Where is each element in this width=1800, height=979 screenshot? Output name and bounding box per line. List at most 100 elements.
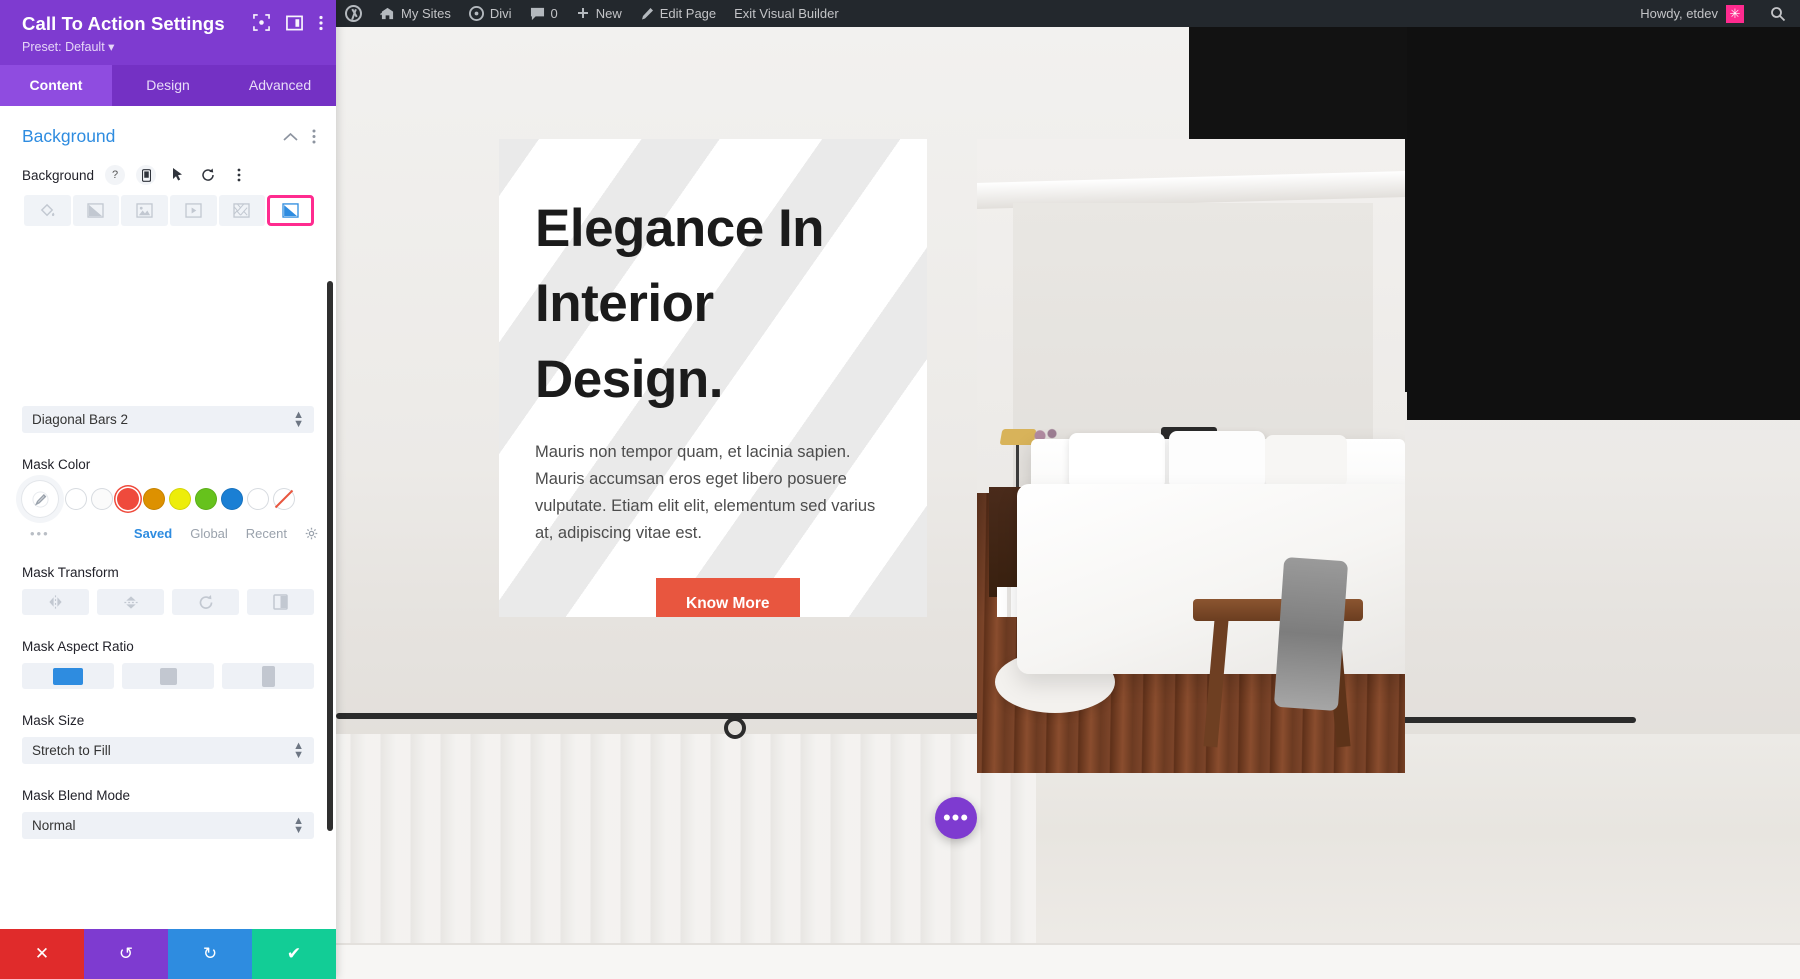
module-settings-panel[interactable]: Call To Action Settings Preset: Default …: [0, 0, 336, 979]
panel-scroll-area[interactable]: Background Background ? Diagonal Bars 2 …: [0, 106, 336, 929]
landscape-chip-icon: [53, 667, 83, 685]
swatch-yellow[interactable]: [169, 488, 191, 510]
background-gradient-tab[interactable]: [72, 195, 120, 226]
swatch-orange[interactable]: [143, 488, 165, 510]
admin-bar-exit-visual-builder[interactable]: Exit Visual Builder: [725, 0, 848, 27]
pillow-right: [1265, 435, 1347, 487]
table-lamp: [999, 429, 1037, 489]
admin-bar-my-sites[interactable]: My Sites: [371, 0, 460, 27]
background-video-tab[interactable]: [169, 195, 217, 226]
admin-bar-comments[interactable]: 0: [521, 0, 567, 27]
chevron-updown-icon: ▲ ▼: [293, 739, 304, 761]
aspect-square[interactable]: [122, 663, 214, 689]
chevron-up-icon[interactable]: [283, 132, 298, 142]
flip-vertical-icon: [123, 594, 138, 611]
aspect-portrait[interactable]: [222, 663, 314, 689]
pillow-left: [1069, 433, 1165, 489]
kebab-menu-icon[interactable]: [229, 165, 249, 185]
tab-advanced[interactable]: Advanced: [224, 65, 336, 106]
mask-style-select[interactable]: Diagonal Bars 2 ▲ ▼: [22, 406, 314, 433]
wordpress-logo-icon: [345, 5, 362, 22]
undo-button[interactable]: ↺: [84, 929, 168, 979]
kebab-menu-icon[interactable]: [312, 129, 316, 144]
focus-target-icon[interactable]: [253, 14, 270, 31]
wordpress-admin-bar[interactable]: My Sites Divi 0 New Edit Page Exit Visua…: [336, 0, 1800, 27]
chevron-updown-icon: ▲ ▼: [293, 408, 304, 430]
chevron-down-icon: ▾: [108, 40, 115, 54]
tab-design[interactable]: Design: [112, 65, 224, 106]
redo-button[interactable]: ↻: [168, 929, 252, 979]
responsive-mobile-icon[interactable]: [136, 165, 157, 185]
help-icon[interactable]: ?: [105, 165, 126, 185]
panel-preset[interactable]: Preset: Default ▾: [22, 39, 322, 54]
swatch-green[interactable]: [195, 488, 217, 510]
admin-bar-divi-label: Divi: [489, 6, 512, 21]
howdy-label: Howdy, etdev: [1640, 6, 1718, 21]
invert-button[interactable]: [247, 589, 314, 615]
mask-size-select[interactable]: Stretch to Fill ▲ ▼: [22, 737, 314, 764]
call-to-action-module[interactable]: Elegance In Interior Design. Mauris non …: [499, 139, 927, 617]
section-controls: [283, 129, 316, 144]
curtain-rod-left: [336, 713, 1036, 719]
layout-columns-icon[interactable]: [286, 15, 303, 31]
cancel-button[interactable]: ✕: [0, 929, 84, 979]
bedroom-image-module[interactable]: [977, 139, 1405, 773]
reset-icon[interactable]: [198, 165, 218, 185]
swatch-red[interactable]: [117, 488, 139, 510]
tab-content[interactable]: Content: [0, 65, 112, 106]
divi-floating-menu-button[interactable]: •••: [935, 797, 977, 839]
admin-bar-edit-page[interactable]: Edit Page: [631, 0, 725, 27]
panel-footer[interactable]: ✕ ↺ ↻ ✔: [0, 929, 336, 979]
color-tab-global[interactable]: Global: [190, 526, 228, 541]
admin-bar-search[interactable]: [1756, 0, 1800, 27]
swatch-none[interactable]: [273, 488, 295, 510]
baseboard: [336, 943, 1800, 979]
mask-transform-buttons[interactable]: [0, 589, 336, 615]
mask-blend-mode-label: Mask Blend Mode: [22, 788, 131, 803]
admin-bar-account[interactable]: Howdy, etdev ✳: [1628, 0, 1756, 27]
panel-body: Background Background ? Diagonal Bars 2 …: [0, 106, 336, 979]
mask-aspect-ratio-options[interactable]: [0, 663, 336, 689]
hover-cursor-icon[interactable]: [167, 165, 187, 185]
pencil-icon: [640, 7, 654, 21]
admin-bar-new[interactable]: New: [567, 0, 631, 27]
sites-icon: [380, 7, 395, 20]
background-section-header[interactable]: Background: [0, 106, 336, 147]
gear-icon[interactable]: [305, 527, 318, 540]
background-mask-tab[interactable]: [267, 195, 314, 226]
swatch-white-1[interactable]: [65, 488, 87, 510]
panel-tabs[interactable]: Content Design Advanced: [0, 65, 336, 106]
rotate-button[interactable]: [172, 589, 239, 615]
avatar: ✳: [1726, 4, 1744, 23]
know-more-button[interactable]: Know More: [656, 577, 800, 617]
mask-color-swatches[interactable]: [0, 481, 336, 517]
background-color-tab[interactable]: [24, 195, 71, 226]
eyedropper-icon[interactable]: [22, 481, 58, 517]
flip-vertical-button[interactable]: [97, 589, 164, 615]
panel-scrollbar[interactable]: [327, 281, 333, 831]
background-pattern-tab[interactable]: [218, 195, 266, 226]
flip-horizontal-button[interactable]: [22, 589, 89, 615]
cta-content: Elegance In Interior Design. Mauris non …: [499, 139, 927, 617]
swatch-blue[interactable]: [221, 488, 243, 510]
save-button[interactable]: ✔: [252, 929, 336, 979]
more-colors-dots[interactable]: •••: [30, 526, 50, 541]
color-tab-saved[interactable]: Saved: [134, 526, 172, 541]
swatch-white-3[interactable]: [247, 488, 269, 510]
admin-bar-divi[interactable]: Divi: [460, 0, 521, 27]
swatch-white-2[interactable]: [91, 488, 113, 510]
mask-size-label: Mask Size: [22, 713, 85, 728]
mask-size-value: Stretch to Fill: [32, 743, 111, 758]
screen-root: Elegance In Interior Design. Mauris non …: [0, 0, 1800, 979]
aspect-landscape[interactable]: [22, 663, 114, 689]
mask-blend-mode-value: Normal: [32, 818, 76, 833]
mask-blend-mode-select[interactable]: Normal ▲ ▼: [22, 812, 314, 839]
kebab-menu-icon[interactable]: [319, 15, 323, 31]
plus-icon: [576, 7, 590, 21]
admin-bar-wordpress-logo[interactable]: [336, 0, 371, 27]
color-tab-recent[interactable]: Recent: [246, 526, 287, 541]
background-type-tabs[interactable]: [0, 185, 336, 226]
background-image-tab[interactable]: [121, 195, 168, 226]
visual-builder-canvas[interactable]: Elegance In Interior Design. Mauris non …: [336, 27, 1800, 979]
admin-bar-my-sites-label: My Sites: [401, 6, 451, 21]
